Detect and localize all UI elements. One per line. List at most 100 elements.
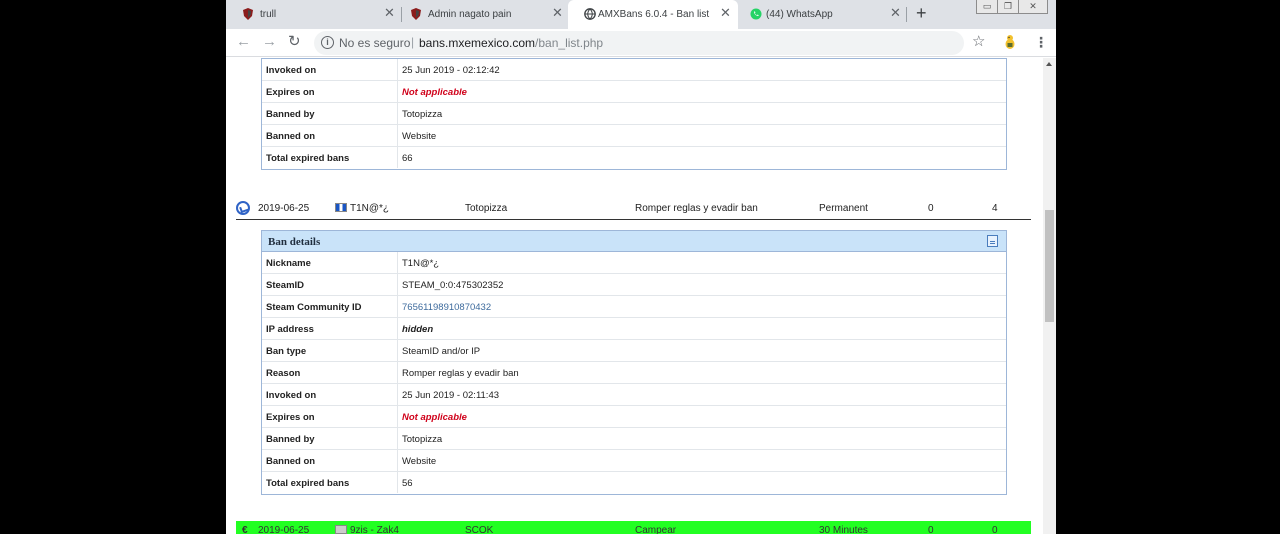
detail-label: Banned on: [266, 456, 316, 467]
ban-kicks: 0: [928, 203, 934, 214]
column-divider: [397, 428, 398, 449]
close-icon[interactable]: ✕: [720, 6, 731, 20]
detail-row: Invoked on 25 Jun 2019 - 02:11:43: [262, 384, 1006, 406]
minimize-button[interactable]: ▭: [976, 0, 998, 14]
ban-player: 9zis - Zak4: [335, 525, 399, 534]
shield-red-icon: [243, 8, 253, 20]
scrollbar-thumb[interactable]: [1045, 210, 1054, 322]
ban-list-row-highlighted[interactable]: € 2019-06-25 9zis - Zak4 SCOK Campear 30…: [236, 521, 1031, 534]
tab-label: AMXBans 6.0.4 - Ban list: [598, 9, 710, 20]
flag-icon: [335, 203, 347, 212]
detail-label: Ban type: [266, 346, 307, 357]
detail-value: 25 Jun 2019 - 02:12:42: [402, 65, 500, 76]
detail-value: Website: [402, 131, 437, 142]
detail-row: Banned on Website: [262, 450, 1006, 472]
scroll-up-arrow-icon[interactable]: [1046, 62, 1052, 66]
detail-label: Invoked on: [266, 390, 317, 401]
ban-details-rows: Nickname T1N@*¿ SteamID STEAM_0:0:475302352…: [262, 252, 1006, 494]
shield-red-icon: [411, 8, 421, 20]
extension-icon[interactable]: [1003, 34, 1017, 50]
detail-row: IP address hidden: [262, 318, 1006, 340]
detail-value: Not applicable: [402, 412, 467, 423]
ban-reason: Campear: [635, 525, 677, 534]
tab-label: (44) WhatsApp: [766, 9, 833, 20]
detail-value: Totopizza: [402, 434, 443, 445]
ban-expired-count: 4: [992, 203, 998, 214]
browser-window: trull ✕ Admin nagato pain ✕ AMXBans 6.0.…: [226, 0, 1056, 534]
ban-list-row[interactable]: 2019-06-25 T1N@*¿ Totopizza Romper regla…: [236, 200, 1031, 220]
info-icon[interactable]: i: [321, 36, 334, 49]
whatsapp-icon: [750, 8, 762, 20]
security-label[interactable]: No es seguro: [339, 36, 410, 50]
close-icon[interactable]: ✕: [552, 6, 563, 20]
tab-admin-nagato-pain[interactable]: Admin nagato pain ✕: [394, 0, 568, 29]
forward-arrow-icon[interactable]: →: [262, 33, 277, 51]
detail-value: 25 Jun 2019 - 02:11:43: [402, 390, 500, 401]
details-toggle-icon[interactable]: [236, 201, 250, 215]
url-text[interactable]: bans.mxemexico.com/ban_list.php: [419, 36, 603, 50]
detail-value: Romper reglas y evadir ban: [402, 368, 519, 379]
menu-kebab-icon[interactable]: ⋮: [1034, 33, 1048, 51]
tab-separator: [906, 7, 907, 22]
ban-date: 2019-06-25: [258, 525, 310, 534]
detail-row: Banned by Totopizza: [262, 103, 1006, 125]
reload-icon[interactable]: ↻: [288, 33, 301, 51]
ban-expired-count: 0: [992, 525, 998, 534]
detail-label: Total expired bans: [266, 153, 350, 164]
detail-value: Website: [402, 456, 437, 467]
detail-value: 56: [402, 478, 413, 489]
detail-row: SteamID STEAM_0:0:475302352: [262, 274, 1006, 296]
column-divider: [397, 103, 398, 124]
column-divider: [397, 296, 398, 317]
column-divider: [397, 384, 398, 405]
tab-whatsapp[interactable]: (44) WhatsApp ✕: [734, 0, 908, 29]
address-bar[interactable]: i No es seguro | bans.mxemexico.com/ban_…: [314, 31, 964, 55]
restore-button[interactable]: ❐: [997, 0, 1019, 14]
row-status-icon: €: [242, 525, 248, 534]
ban-kicks: 0: [928, 525, 934, 534]
detail-value: SteamID and/or IP: [402, 346, 481, 357]
tab-trull[interactable]: trull ✕: [226, 0, 400, 29]
ban-details-panel: Ban details Nickname T1N@*¿ SteamID STEAM_0…: [261, 230, 1007, 495]
detail-row: Steam Community ID 76561198910870432: [262, 296, 1006, 318]
new-tab-button[interactable]: +: [916, 4, 927, 22]
tab-label: Admin nagato pain: [428, 9, 512, 20]
detail-value: Not applicable: [402, 87, 467, 98]
ban-length: 30 Minutes: [819, 525, 868, 534]
column-divider: [397, 81, 398, 102]
detail-value: Totopizza: [402, 109, 443, 120]
tab-strip: trull ✕ Admin nagato pain ✕ AMXBans 6.0.…: [226, 0, 1056, 29]
detail-label: Total expired bans: [266, 478, 350, 489]
close-window-button[interactable]: ✕: [1018, 0, 1048, 14]
detail-row: Banned by Totopizza: [262, 428, 1006, 450]
vertical-scrollbar[interactable]: [1043, 58, 1056, 534]
back-arrow-icon[interactable]: ←: [236, 33, 251, 51]
player-name: 9zis - Zak4: [350, 525, 399, 534]
ban-date: 2019-06-25: [258, 203, 310, 214]
detail-label: Banned on: [266, 131, 316, 142]
detail-row: Total expired bans 66: [262, 147, 1006, 169]
url-host: bans.mxemexico.com: [419, 36, 536, 50]
player-name: T1N@*¿: [350, 203, 390, 214]
detail-value: hidden: [402, 324, 434, 335]
detail-value: 66: [402, 153, 413, 164]
bookmark-star-icon[interactable]: ☆: [972, 33, 985, 51]
ban-admin: SCOK: [465, 525, 494, 534]
detail-label: Reason: [266, 368, 301, 379]
detail-label: Expires on: [266, 412, 315, 423]
browser-toolbar: ← → ↻ i No es seguro | bans.mxemexico.co…: [226, 29, 1056, 57]
column-divider: [397, 406, 398, 427]
detail-label: Steam Community ID: [266, 302, 362, 313]
tab-amxbans-ban-list[interactable]: AMXBans 6.0.4 - Ban list ✕: [568, 0, 738, 29]
document-icon[interactable]: [987, 235, 998, 247]
detail-label: Nickname: [266, 258, 311, 269]
column-divider: [397, 252, 398, 273]
detail-label: IP address: [266, 324, 314, 335]
detail-row: Banned on Website: [262, 125, 1006, 147]
ban-details-panel-previous: Invoked on 25 Jun 2019 - 02:12:42 Expires …: [261, 58, 1007, 170]
ban-player: T1N@*¿: [335, 203, 389, 214]
close-icon[interactable]: ✕: [890, 6, 901, 20]
detail-value[interactable]: 76561198910870432: [402, 302, 491, 313]
ban-details-header: Ban details: [262, 231, 1006, 252]
detail-label: SteamID: [266, 280, 305, 291]
